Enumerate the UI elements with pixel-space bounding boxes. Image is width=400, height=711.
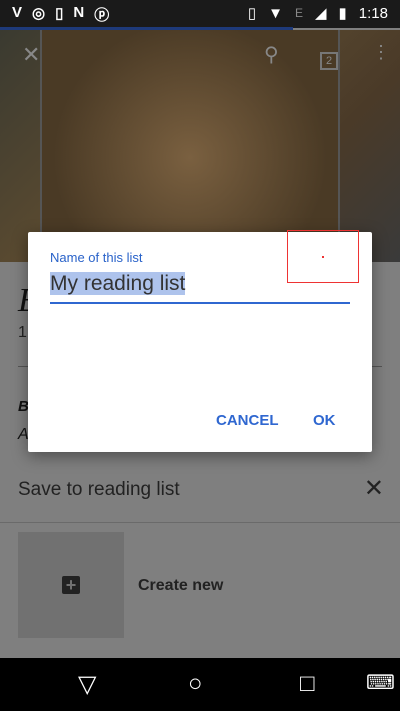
article-subtitle: 1	[18, 324, 27, 341]
create-new-tile[interactable]: +	[18, 532, 124, 638]
list-name-label: Name of this list	[50, 250, 143, 265]
cancel-button[interactable]: CANCEL	[216, 412, 279, 429]
clock: 1:18	[358, 4, 388, 22]
vivaldi-icon: V	[12, 4, 23, 21]
back-icon[interactable]: ▽	[78, 670, 96, 699]
reading-list-sheet: Save to reading list ✕ + Create new	[0, 462, 400, 658]
ok-button[interactable]: OK	[313, 412, 336, 429]
close-sheet-icon[interactable]: ✕	[364, 474, 384, 503]
overflow-menu-icon[interactable]: ⋮	[372, 42, 390, 63]
n-icon: N	[73, 4, 85, 21]
pinterest-icon: ⓟ	[94, 7, 110, 24]
whatsapp-icon: ◎	[32, 5, 46, 22]
close-icon[interactable]: ✕	[22, 42, 40, 68]
phone-sync-icon: ▯	[55, 5, 64, 22]
sheet-title: Save to reading list	[18, 479, 180, 500]
network-type: E	[294, 6, 303, 20]
annotation-dot	[322, 256, 324, 258]
status-bar: V ◎ ▯ Nⓟ ▯ ▼ E ◢ ▮ 1:18	[0, 0, 400, 28]
plus-icon: +	[62, 576, 80, 594]
vibrate-icon: ▯	[247, 5, 257, 22]
home-icon[interactable]: ○	[188, 670, 203, 698]
signal-icon: ◢	[314, 5, 327, 22]
divider	[0, 522, 400, 523]
lead-image	[0, 30, 400, 262]
book-cover-image	[40, 30, 340, 262]
search-icon[interactable]: ⚲	[264, 42, 279, 67]
navigation-bar: ▽ ○ □ ⌨	[0, 658, 400, 711]
recents-icon[interactable]: □	[300, 670, 315, 698]
battery-charging-icon: ▮	[338, 5, 347, 22]
tabs-button[interactable]: 2	[320, 52, 339, 70]
wifi-icon: ▼	[268, 4, 283, 22]
create-new-label[interactable]: Create new	[138, 577, 223, 595]
list-name-value: My reading list	[50, 272, 186, 295]
keyboard-icon[interactable]: ⌨	[366, 670, 395, 695]
